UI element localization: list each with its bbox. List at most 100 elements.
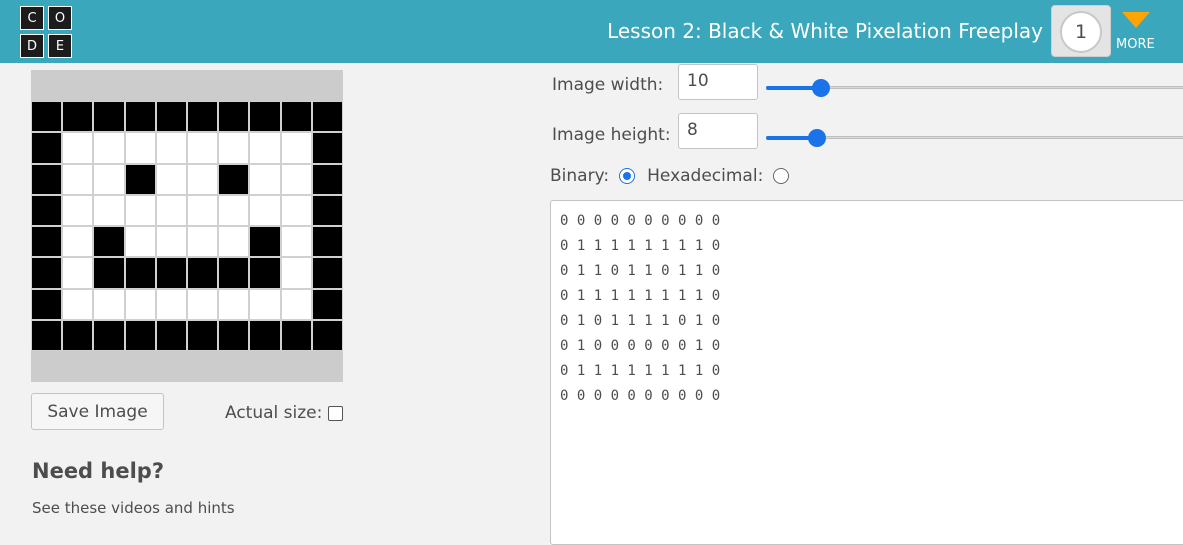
pixel-cell[interactable] bbox=[250, 195, 280, 225]
pixel-cell[interactable] bbox=[219, 227, 249, 257]
pixel-cell[interactable] bbox=[250, 320, 280, 350]
pixel-cell[interactable] bbox=[94, 258, 124, 288]
pixel-cell[interactable] bbox=[281, 258, 311, 288]
pixel-cell[interactable] bbox=[281, 164, 311, 194]
pixel-cell[interactable] bbox=[125, 133, 155, 163]
pixel-cell[interactable] bbox=[250, 289, 280, 319]
pixel-cell[interactable] bbox=[281, 133, 311, 163]
pixel-cell[interactable] bbox=[312, 133, 342, 163]
image-width-input[interactable]: 10 bbox=[678, 64, 758, 100]
pixel-cell[interactable] bbox=[94, 195, 124, 225]
pixel-cell[interactable] bbox=[312, 258, 342, 288]
pixel-cell[interactable] bbox=[312, 164, 342, 194]
pixel-cell[interactable] bbox=[32, 164, 62, 194]
pixel-cell[interactable] bbox=[94, 320, 124, 350]
image-height-input[interactable]: 8 bbox=[678, 113, 758, 149]
image-height-slider[interactable] bbox=[766, 128, 1183, 148]
pixel-cell[interactable] bbox=[156, 289, 186, 319]
pixel-cell[interactable] bbox=[125, 289, 155, 319]
pixel-cell[interactable] bbox=[219, 102, 249, 132]
pixel-cell[interactable] bbox=[250, 258, 280, 288]
pixel-cell[interactable] bbox=[250, 164, 280, 194]
pixel-cell[interactable] bbox=[281, 195, 311, 225]
pixel-cell[interactable] bbox=[281, 320, 311, 350]
pixel-cell[interactable] bbox=[156, 227, 186, 257]
pixel-cell[interactable] bbox=[219, 320, 249, 350]
pixel-cell[interactable] bbox=[94, 102, 124, 132]
pixel-cell[interactable] bbox=[94, 227, 124, 257]
pixel-cell[interactable] bbox=[188, 289, 218, 319]
chevron-down-icon bbox=[1122, 12, 1150, 28]
pixel-cell[interactable] bbox=[63, 227, 93, 257]
pixel-cell[interactable] bbox=[63, 102, 93, 132]
pixel-cell[interactable] bbox=[250, 102, 280, 132]
pixel-cell[interactable] bbox=[219, 258, 249, 288]
pixel-cell[interactable] bbox=[156, 133, 186, 163]
lesson-title: Lesson 2: Black & White Pixelation Freep… bbox=[607, 19, 1043, 43]
pixel-cell[interactable] bbox=[250, 227, 280, 257]
binary-line: 0 1 0 0 0 0 0 0 1 0 bbox=[560, 338, 721, 354]
pixel-cell[interactable] bbox=[312, 102, 342, 132]
pixel-cell[interactable] bbox=[125, 195, 155, 225]
image-width-slider[interactable] bbox=[766, 78, 1183, 98]
pixel-cell[interactable] bbox=[219, 195, 249, 225]
pixel-cell[interactable] bbox=[312, 320, 342, 350]
pixel-cell[interactable] bbox=[63, 258, 93, 288]
pixel-cell[interactable] bbox=[312, 227, 342, 257]
binary-label: Binary: bbox=[550, 166, 610, 186]
pixel-cell[interactable] bbox=[219, 133, 249, 163]
binary-textarea[interactable]: 0 0 0 0 0 0 0 0 0 0 0 1 1 1 1 1 1 1 1 0 0 … bbox=[550, 200, 1183, 545]
slider-thumb[interactable] bbox=[812, 79, 830, 97]
pixel-cell[interactable] bbox=[32, 289, 62, 319]
pixel-cell[interactable] bbox=[188, 258, 218, 288]
pixel-cell[interactable] bbox=[94, 133, 124, 163]
pixel-cell[interactable] bbox=[188, 227, 218, 257]
pixel-cell[interactable] bbox=[156, 320, 186, 350]
pixel-cell[interactable] bbox=[32, 227, 62, 257]
pixel-cell[interactable] bbox=[63, 164, 93, 194]
pixel-cell[interactable] bbox=[32, 102, 62, 132]
pixel-cell[interactable] bbox=[156, 258, 186, 288]
pixel-cell[interactable] bbox=[156, 102, 186, 132]
more-button[interactable]: MORE bbox=[1116, 10, 1160, 54]
pixel-cell[interactable] bbox=[188, 195, 218, 225]
pixel-cell[interactable] bbox=[281, 227, 311, 257]
pixel-cell[interactable] bbox=[188, 320, 218, 350]
pixel-cell[interactable] bbox=[125, 227, 155, 257]
pixel-cell[interactable] bbox=[125, 164, 155, 194]
help-subtitle[interactable]: See these videos and hints bbox=[32, 499, 235, 517]
pixel-cell[interactable] bbox=[63, 133, 93, 163]
pixel-cell[interactable] bbox=[32, 320, 62, 350]
pixel-cell[interactable] bbox=[281, 289, 311, 319]
pixel-cell[interactable] bbox=[63, 320, 93, 350]
hexadecimal-radio[interactable] bbox=[773, 168, 790, 184]
pixel-cell[interactable] bbox=[312, 289, 342, 319]
pixel-cell[interactable] bbox=[94, 289, 124, 319]
pixel-cell[interactable] bbox=[188, 133, 218, 163]
pixel-cell[interactable] bbox=[125, 320, 155, 350]
pixel-cell[interactable] bbox=[156, 164, 186, 194]
pixel-cell[interactable] bbox=[63, 289, 93, 319]
pixel-cell[interactable] bbox=[156, 195, 186, 225]
pixel-cell[interactable] bbox=[219, 289, 249, 319]
binary-radio[interactable] bbox=[619, 168, 636, 184]
actual-size-checkbox[interactable] bbox=[328, 405, 344, 421]
pixel-cell[interactable] bbox=[219, 164, 249, 194]
progress-level-bubble[interactable]: 1 bbox=[1060, 11, 1102, 53]
pixel-cell[interactable] bbox=[32, 195, 62, 225]
pixel-cell[interactable] bbox=[281, 102, 311, 132]
pixel-cell[interactable] bbox=[125, 102, 155, 132]
pixel-cell[interactable] bbox=[188, 164, 218, 194]
pixel-cell[interactable] bbox=[32, 133, 62, 163]
pixel-cell[interactable] bbox=[188, 102, 218, 132]
pixel-cell[interactable] bbox=[94, 164, 124, 194]
pixel-cell[interactable] bbox=[63, 195, 93, 225]
slider-thumb[interactable] bbox=[808, 129, 826, 147]
pixel-cell[interactable] bbox=[125, 258, 155, 288]
code-logo[interactable]: C O D E bbox=[20, 6, 73, 58]
save-image-button[interactable]: Save Image bbox=[31, 393, 164, 430]
pixel-cell[interactable] bbox=[250, 133, 280, 163]
hexadecimal-label: Hexadecimal: bbox=[647, 166, 764, 186]
pixel-cell[interactable] bbox=[312, 195, 342, 225]
pixel-cell[interactable] bbox=[32, 258, 62, 288]
